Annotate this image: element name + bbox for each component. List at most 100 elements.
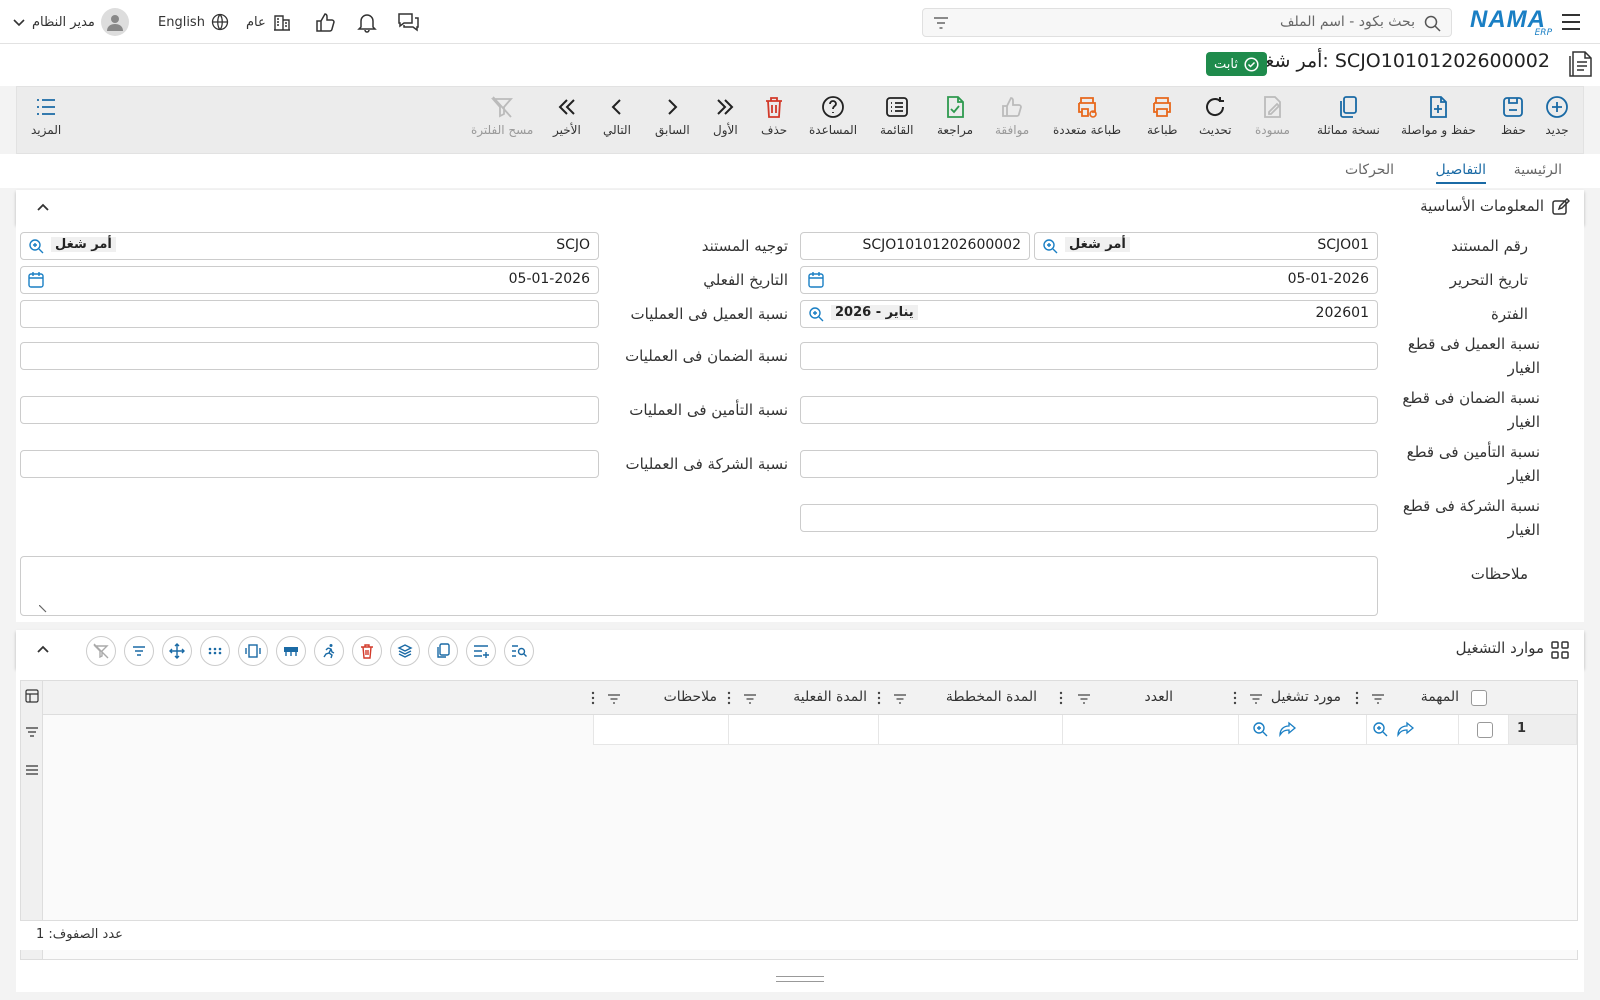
doc-direction-field[interactable]: SCJO أمر شغل — [20, 232, 599, 260]
notifications-bell-icon[interactable] — [356, 10, 378, 34]
chat-icon[interactable] — [396, 10, 420, 34]
row-checkbox[interactable] — [1477, 722, 1493, 738]
filter-icon[interactable] — [933, 16, 949, 30]
refresh-button[interactable]: تحديث — [1199, 95, 1232, 137]
grid-add-row-button[interactable] — [466, 636, 496, 666]
actual-duration-cell[interactable] — [729, 715, 879, 745]
planned-duration-cell[interactable] — [879, 715, 1063, 745]
branch-selector[interactable]: عام — [246, 10, 292, 34]
clear-filter-button[interactable]: مسح الفلترة — [471, 95, 533, 137]
grid-dots-button[interactable] — [200, 636, 230, 666]
company-parts-field[interactable] — [800, 504, 1378, 532]
search-plus-icon[interactable] — [1251, 720, 1269, 738]
col-planned-duration[interactable]: المدة المخططة — [946, 689, 1037, 705]
period-field[interactable]: 202601 2026 - يناير — [800, 300, 1378, 328]
grid-delete-button[interactable] — [352, 636, 382, 666]
col-count-menu-icon[interactable] — [1059, 691, 1063, 709]
duplicate-button[interactable]: نسخة مماثلة — [1317, 95, 1380, 137]
col-count[interactable]: العدد — [1145, 689, 1174, 705]
col-planned-menu-icon[interactable] — [877, 691, 881, 709]
language-selector[interactable]: English — [158, 10, 229, 34]
new-button[interactable]: جديد — [1545, 95, 1569, 137]
filter-icon[interactable] — [25, 725, 39, 739]
columns-icon[interactable] — [25, 689, 39, 703]
search-plus-icon[interactable] — [1371, 720, 1389, 738]
chevron-up-icon[interactable] — [36, 200, 50, 214]
grid-copy-button[interactable] — [428, 636, 458, 666]
actual-date-field[interactable]: 05-01-2026 — [20, 266, 599, 294]
insurance-parts-field[interactable] — [800, 450, 1378, 478]
chevron-up-icon[interactable] — [36, 642, 50, 656]
task-cell[interactable] — [1367, 715, 1459, 745]
next-record-button[interactable]: التالي — [603, 95, 631, 137]
col-actual-menu-icon[interactable] — [727, 691, 731, 709]
resize-handle-icon[interactable] — [39, 605, 47, 613]
share-arrow-icon[interactable] — [1397, 721, 1415, 737]
multi-print-button[interactable]: طباعة متعددة — [1053, 95, 1121, 137]
search-plus-icon[interactable] — [807, 305, 825, 323]
customer-parts-field[interactable] — [800, 342, 1378, 370]
tab-transactions[interactable]: الحركات — [1345, 162, 1394, 178]
app-logo[interactable]: NAMA ERP — [1470, 6, 1552, 38]
notes-cell[interactable] — [593, 715, 729, 745]
share-arrow-icon[interactable] — [1279, 721, 1297, 737]
tab-main[interactable]: الرئيسية — [1514, 162, 1562, 178]
col-task-filter-icon[interactable] — [1371, 693, 1385, 709]
select-all-checkbox[interactable] — [1471, 690, 1487, 706]
col-notes-menu-icon[interactable] — [591, 691, 595, 709]
previous-record-button[interactable]: السابق — [655, 95, 690, 137]
print-button[interactable]: طباعة — [1147, 95, 1177, 137]
col-actual-duration[interactable]: المدة الفعلية — [793, 689, 867, 705]
notes-textarea[interactable] — [20, 556, 1378, 616]
user-menu[interactable]: مدير النظام — [12, 8, 129, 36]
doc-number-field[interactable]: SCJO10101202600002 — [800, 232, 1030, 260]
calendar-icon[interactable] — [807, 271, 825, 289]
save-and-continue-button[interactable]: حفظ و مواصلة — [1401, 95, 1476, 137]
grid-fit-button[interactable] — [238, 636, 268, 666]
save-button[interactable]: حفظ — [1501, 95, 1526, 137]
grid-filter-button[interactable] — [124, 636, 154, 666]
count-cell[interactable] — [1063, 715, 1239, 745]
thumbs-up-icon[interactable] — [314, 10, 336, 34]
basic-info-header[interactable]: المعلومات الأساسية — [16, 190, 1584, 224]
global-search[interactable]: بحث بكود - اسم الملف — [922, 8, 1452, 37]
grid-clear-filter-button[interactable] — [86, 636, 116, 666]
calendar-icon[interactable] — [27, 271, 45, 289]
help-button[interactable]: المساعدة — [809, 95, 857, 137]
customer-ops-field[interactable] — [20, 300, 599, 328]
review-button[interactable]: مراجعة — [937, 95, 973, 137]
col-task-menu-icon[interactable] — [1355, 691, 1359, 709]
col-actual-filter-icon[interactable] — [743, 693, 757, 709]
last-record-button[interactable]: الأخير — [553, 95, 581, 137]
warranty-ops-field[interactable] — [20, 342, 599, 370]
grid-table-button[interactable] — [276, 636, 306, 666]
col-resource-filter-icon[interactable] — [1249, 693, 1263, 709]
col-task[interactable]: المهمة — [1421, 689, 1459, 705]
hamburger-menu-icon[interactable] — [1560, 12, 1582, 32]
insurance-ops-field[interactable] — [20, 396, 599, 424]
draft-button[interactable]: مسودة — [1255, 95, 1290, 137]
resource-cell[interactable] — [1239, 715, 1367, 745]
col-notes-filter-icon[interactable] — [607, 693, 621, 709]
resize-grip[interactable] — [776, 976, 824, 982]
more-button[interactable]: المزيد — [31, 95, 61, 137]
list-button[interactable]: القائمة — [880, 95, 913, 137]
delete-button[interactable]: حذف — [761, 95, 787, 137]
col-planned-filter-icon[interactable] — [893, 693, 907, 709]
grid-layers-button[interactable] — [390, 636, 420, 666]
search-plus-icon[interactable] — [27, 237, 45, 255]
grid-search-button[interactable] — [504, 636, 534, 666]
tab-details[interactable]: التفاصيل — [1435, 162, 1486, 184]
col-resource-menu-icon[interactable] — [1233, 691, 1237, 709]
grid-move-button[interactable] — [162, 636, 192, 666]
col-resource[interactable]: مورد تشغيل — [1271, 689, 1341, 705]
edit-date-field[interactable]: 05-01-2026 — [800, 266, 1378, 294]
col-notes[interactable]: ملاحظات — [664, 689, 717, 705]
search-plus-icon[interactable] — [1041, 237, 1059, 255]
first-record-button[interactable]: الأول — [713, 95, 738, 137]
menu-lines-icon[interactable] — [25, 763, 39, 777]
company-ops-field[interactable] — [20, 450, 599, 478]
approve-button[interactable]: موافقة — [995, 95, 1029, 137]
grid-run-button[interactable] — [314, 636, 344, 666]
warranty-parts-field[interactable] — [800, 396, 1378, 424]
